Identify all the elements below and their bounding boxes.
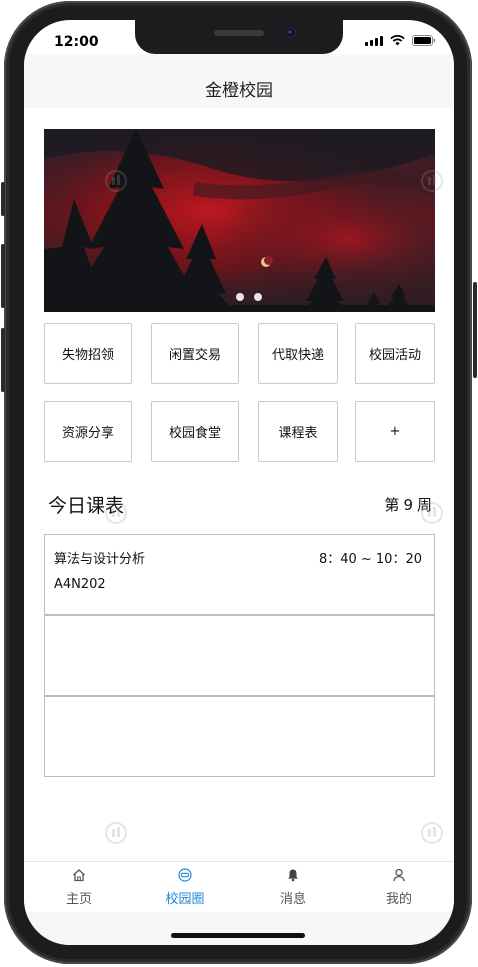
status-icons [365,35,436,46]
tab-me-label: 我的 [385,892,412,907]
notch [135,20,343,54]
banner-image [44,129,435,312]
course-card-empty[interactable] [44,696,435,777]
resource-sharing-button[interactable]: 资源分享 [44,401,132,462]
tab-me[interactable]: 我的 [359,862,439,912]
course-time: 8：40 ~ 10：20 [318,552,422,567]
timetable-button[interactable]: 课程表 [258,401,338,462]
page-title: 金橙校园 [205,81,273,101]
week-indicator: 第9周 [384,494,432,515]
week-number: 9 [403,496,413,514]
bell-icon [288,869,298,882]
course-card-empty[interactable] [44,615,435,696]
add-shortcut-button[interactable]: + [355,401,435,462]
tab-home[interactable]: 主页 [39,862,119,912]
speaker [214,30,264,36]
tab-campus-circle-label: 校园圈 [165,892,205,907]
tab-campus-circle[interactable]: 校园圈 [145,862,225,912]
campus-circle-icon [178,868,192,882]
week-suffix: 周 [416,496,432,514]
parcel-pickup-button[interactable]: 代取快递 [258,323,338,384]
second-hand-trade-button[interactable]: 闲置交易 [151,323,239,384]
home-icon [73,869,85,882]
banner-carousel[interactable] [44,129,435,312]
user-icon [393,868,405,882]
camera [285,27,296,38]
signal-icon [365,35,383,46]
volume-down-button [1,328,5,392]
tab-bar: 主页 校园圈 消息 我的 [24,861,454,912]
tab-messages[interactable]: 消息 [253,862,333,912]
course-name: 算法与设计分析 [54,552,146,567]
home-indicator [171,933,305,938]
bottom-safe-area [24,912,454,945]
app-screen: 12:00 金橙校园 失物招领 闲置交易 代取快递 校园活动 资源分享 校园食堂… [24,20,454,945]
volume-up-button [1,244,5,308]
power-button [473,282,477,378]
campus-activities-button[interactable]: 校园活动 [355,323,435,384]
battery-icon [412,35,436,46]
tab-messages-label: 消息 [279,892,306,907]
course-room: A4N202 [54,577,106,592]
mute-switch [1,182,5,216]
nav-bar: 金橙校园 [24,54,454,108]
lost-and-found-button[interactable]: 失物招领 [44,323,132,384]
status-time: 12:00 [54,34,99,50]
schedule-title: 今日课表 [48,495,125,517]
course-card[interactable]: 算法与设计分析 8：40 ~ 10：20 A4N202 [44,534,435,615]
campus-canteen-button[interactable]: 校园食堂 [151,401,239,462]
carousel-dot-1[interactable] [236,293,244,301]
carousel-dot-2[interactable] [254,293,262,301]
week-prefix: 第 [384,496,400,514]
tab-home-label: 主页 [65,892,92,907]
wifi-icon [390,35,405,46]
